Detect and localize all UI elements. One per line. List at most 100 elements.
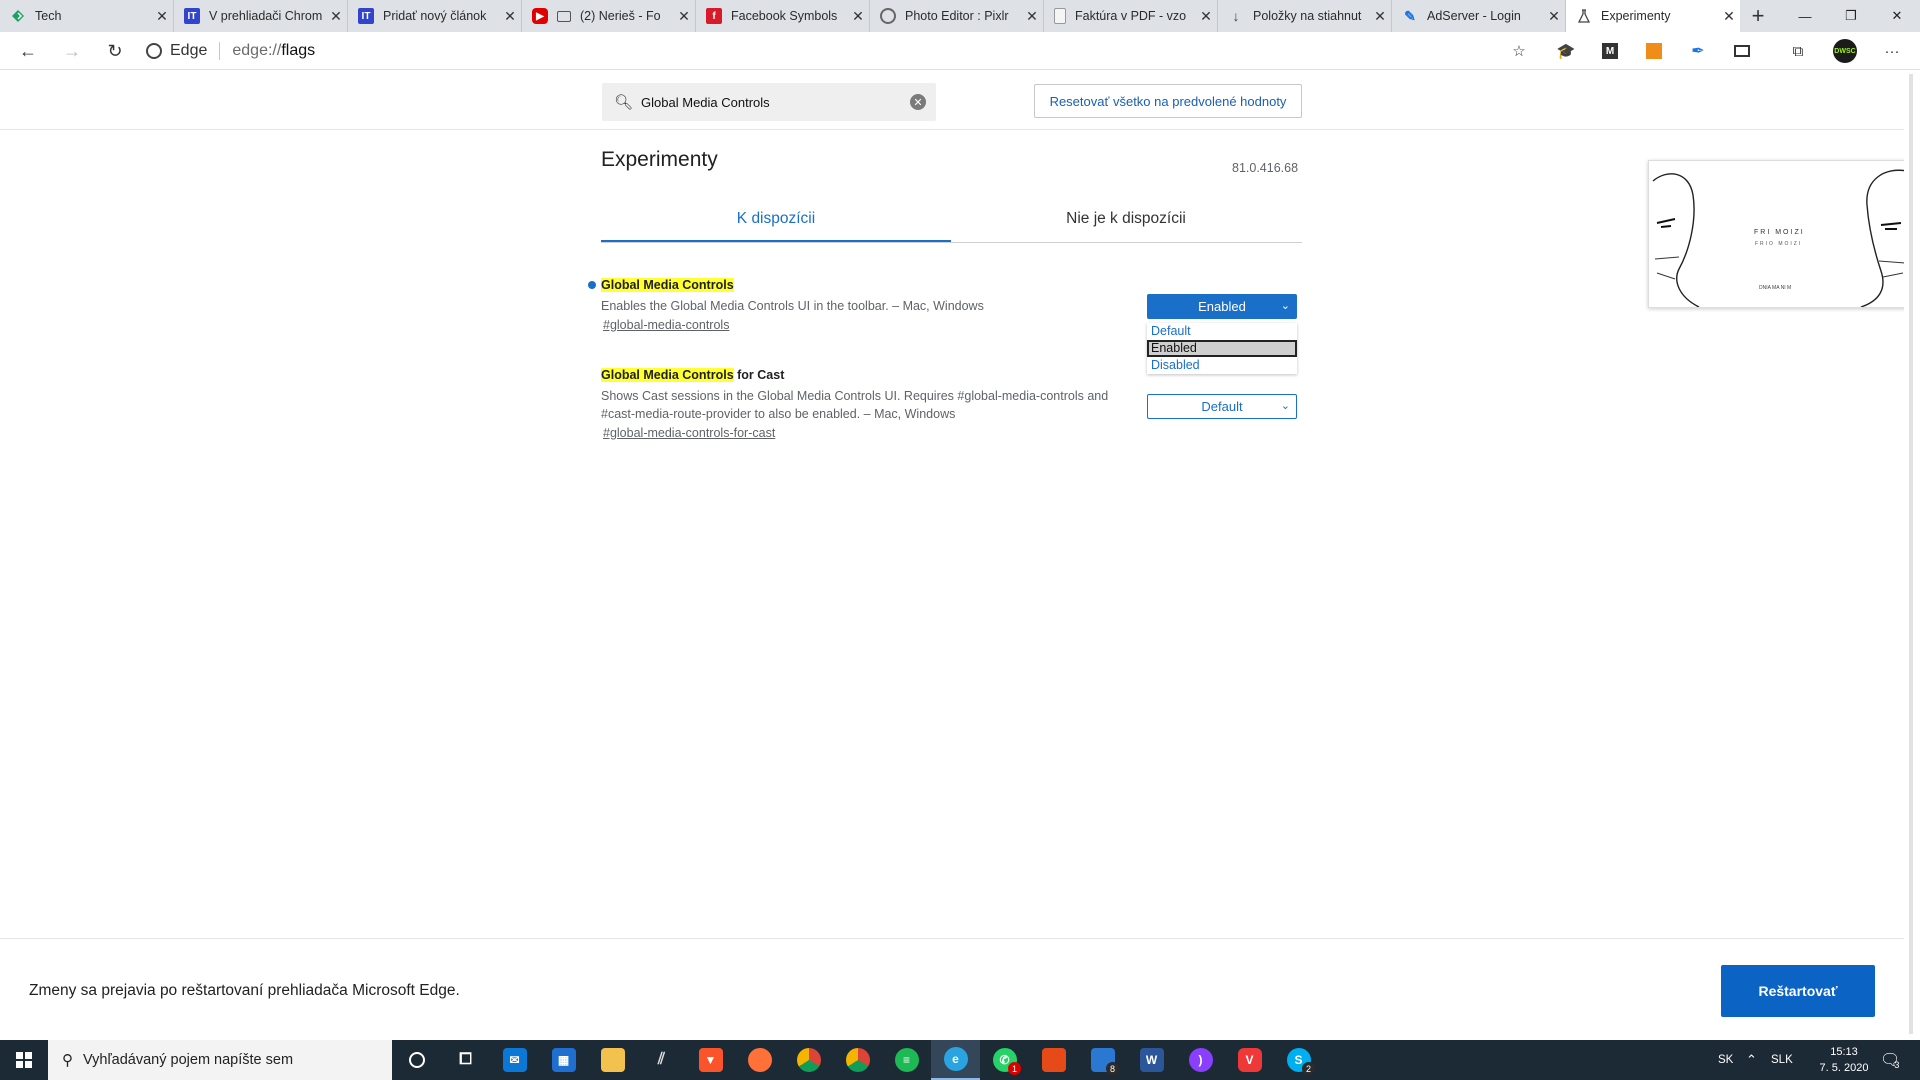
browser-tab[interactable]: IT V prehliadači Chrom ✕ <box>174 0 348 32</box>
clear-search-icon[interactable]: ✕ <box>910 94 926 110</box>
tab-available[interactable]: K dispozícii <box>601 200 951 242</box>
browser-tab-label: Facebook Symbols <box>731 9 838 23</box>
refresh-button[interactable]: ↻ <box>99 35 131 67</box>
windows-taskbar: ⚲ Vyhľadávaný pojem napíšte sem ⧠ ✉ ▦ ⫽ … <box>0 1040 1920 1080</box>
taskbar-podcast[interactable]: ) <box>1176 1040 1225 1080</box>
taskbar-vivaldi[interactable]: V <box>1225 1040 1274 1080</box>
favorite-star-icon[interactable]: ☆ <box>1503 35 1535 67</box>
download-icon: ↓ <box>1232 8 1240 24</box>
video-preview-thumbnail[interactable]: FRI MOIZI FRIO MOIZI DNIA MA NI M <box>1648 160 1910 308</box>
taskbar-store[interactable]: ▦ <box>539 1040 588 1080</box>
restart-message: Zmeny sa prejavia po reštartovaní prehli… <box>29 982 460 999</box>
taskbar-search-input[interactable]: ⚲ Vyhľadávaný pojem napíšte sem <box>48 1040 392 1080</box>
close-icon[interactable]: ✕ <box>1195 8 1217 25</box>
extension-feather-icon[interactable]: ✒ <box>1682 35 1714 67</box>
taskbar-mail[interactable]: ✉ <box>490 1040 539 1080</box>
forward-button[interactable]: → <box>56 35 88 67</box>
taskbar-word[interactable]: W <box>1127 1040 1176 1080</box>
cortana-button[interactable] <box>392 1040 441 1080</box>
adserver-favicon-icon: ✎ <box>1404 7 1416 24</box>
search-input[interactable]: 🔍︎ Global Media Controls ✕ <box>602 83 936 121</box>
collections-icon[interactable]: ⧉ <box>1782 35 1814 67</box>
minimize-button[interactable]: — <box>1782 0 1828 32</box>
browser-tab[interactable]: ↓ Položky na stiahnut ✕ <box>1218 0 1392 32</box>
taskbar-office[interactable] <box>1029 1040 1078 1080</box>
page-scrollbar[interactable] <box>1904 70 1920 1038</box>
taskbar-chrome-profile[interactable] <box>784 1040 833 1080</box>
browser-tab[interactable]: IT Pridať nový článok ✕ <box>348 0 522 32</box>
window-close-button[interactable]: ✕ <box>1874 0 1920 32</box>
new-tab-button[interactable]: + <box>1740 0 1776 32</box>
back-button[interactable]: ← <box>12 35 44 67</box>
tab-unavailable[interactable]: Nie je k dispozícii <box>951 200 1301 242</box>
reset-all-button[interactable]: Resetovať všetko na predvolené hodnoty <box>1034 84 1302 118</box>
avatar: DWSC <box>1833 39 1857 63</box>
browser-toolbar: ← → ↻ Edge edge://flags ☆ 🎓 M ✒ ⧉ DWSC ·… <box>0 32 1920 70</box>
browser-tab-label: (2) Nerieš - Fo <box>580 9 661 23</box>
edge-icon: e <box>943 1047 968 1071</box>
podcast-icon: ) <box>1188 1048 1213 1072</box>
extension-graduation-icon[interactable]: 🎓 <box>1550 35 1582 67</box>
extension-chart-icon[interactable] <box>1638 35 1670 67</box>
taskbar-app-stripes[interactable]: ⫽ <box>637 1040 686 1080</box>
close-icon[interactable]: ✕ <box>151 8 173 25</box>
facebook-symbols-favicon-icon: f <box>706 8 722 24</box>
close-icon[interactable]: ✕ <box>1021 8 1043 25</box>
close-icon[interactable]: ✕ <box>1543 8 1565 25</box>
browser-tab[interactable]: Faktúra v PDF - vzo ✕ <box>1044 0 1218 32</box>
tray-chevron-up-icon[interactable]: ⌃ <box>1746 1040 1757 1080</box>
close-icon[interactable]: ✕ <box>1369 8 1391 25</box>
extension-screen-icon[interactable] <box>1726 35 1758 67</box>
experiment-link[interactable]: #global-media-controls <box>603 318 729 332</box>
taskbar-file-explorer[interactable] <box>588 1040 637 1080</box>
close-icon[interactable]: ✕ <box>499 8 521 25</box>
taskbar-clock[interactable]: 15:13 7. 5. 2020 <box>1812 1044 1876 1076</box>
close-icon[interactable]: ✕ <box>847 8 869 25</box>
notification-badge: 8 <box>1106 1062 1119 1075</box>
url-prefix: edge:// <box>232 42 282 59</box>
search-value[interactable]: Global Media Controls <box>641 95 910 110</box>
experiment-state-select[interactable]: Enabled ⌄ <box>1147 294 1297 319</box>
notification-badge: 1 <box>1008 1062 1021 1075</box>
taskbar-spotify[interactable]: ≡ <box>882 1040 931 1080</box>
taskbar-firefox[interactable] <box>735 1040 784 1080</box>
search-icon: 🔍︎ <box>614 94 634 111</box>
close-icon[interactable]: ✕ <box>325 8 347 25</box>
taskbar-edge[interactable]: e <box>931 1040 980 1080</box>
browser-tab[interactable]: ✎ AdServer - Login ✕ <box>1392 0 1566 32</box>
profile-avatar[interactable]: DWSC <box>1829 35 1861 67</box>
restart-button[interactable]: Reštartovať <box>1721 965 1875 1017</box>
url-text[interactable]: edge://flags <box>220 42 315 60</box>
dropdown-option-enabled[interactable]: Enabled <box>1147 340 1297 357</box>
task-view-button[interactable]: ⧠ <box>441 1040 490 1080</box>
experiment-state-select[interactable]: Default ⌄ <box>1147 394 1297 419</box>
more-options-icon[interactable]: ··· <box>1876 35 1908 67</box>
it-favicon-icon: IT <box>358 8 374 24</box>
taskbar-skype[interactable]: S2 <box>1274 1040 1323 1080</box>
close-icon[interactable]: ✕ <box>1718 8 1740 25</box>
experiment-link[interactable]: #global-media-controls-for-cast <box>603 426 775 440</box>
edge-identity-chip[interactable]: Edge <box>146 42 221 60</box>
restart-notice-bar: Zmeny sa prejavia po reštartovaní prehli… <box>0 938 1904 1038</box>
preview-title: FRI MOIZI <box>1754 229 1805 236</box>
extension-m-icon[interactable]: M <box>1594 35 1626 67</box>
keyboard-layout[interactable]: SLK <box>1771 1040 1793 1080</box>
taskbar-whatsapp[interactable]: ✆ 1 <box>980 1040 1029 1080</box>
browser-tab-label: Pridať nový článok <box>383 9 487 23</box>
dropdown-option-default[interactable]: Default <box>1147 323 1297 340</box>
browser-tab[interactable]: Tech ✕ <box>0 0 174 32</box>
taskbar-notes[interactable]: 8 <box>1078 1040 1127 1080</box>
start-button[interactable] <box>0 1040 48 1080</box>
restore-button[interactable]: ❐ <box>1828 0 1874 32</box>
notification-center-icon[interactable]: 🗨 3 <box>1880 1040 1900 1080</box>
scrollbar-thumb[interactable] <box>1909 74 1913 1034</box>
close-icon[interactable]: ✕ <box>673 8 695 25</box>
taskbar-brave[interactable]: ▼ <box>686 1040 735 1080</box>
browser-tab-active[interactable]: Experimenty ✕ <box>1566 0 1740 32</box>
browser-tab[interactable]: ▶ (2) Nerieš - Fo ✕ <box>522 0 696 32</box>
browser-tab[interactable]: f Facebook Symbols ✕ <box>696 0 870 32</box>
taskbar-chrome[interactable] <box>833 1040 882 1080</box>
address-bar[interactable]: Edge edge://flags <box>146 35 1546 67</box>
browser-tab[interactable]: Photo Editor : Pixlr ✕ <box>870 0 1044 32</box>
input-language[interactable]: SK <box>1718 1040 1733 1080</box>
